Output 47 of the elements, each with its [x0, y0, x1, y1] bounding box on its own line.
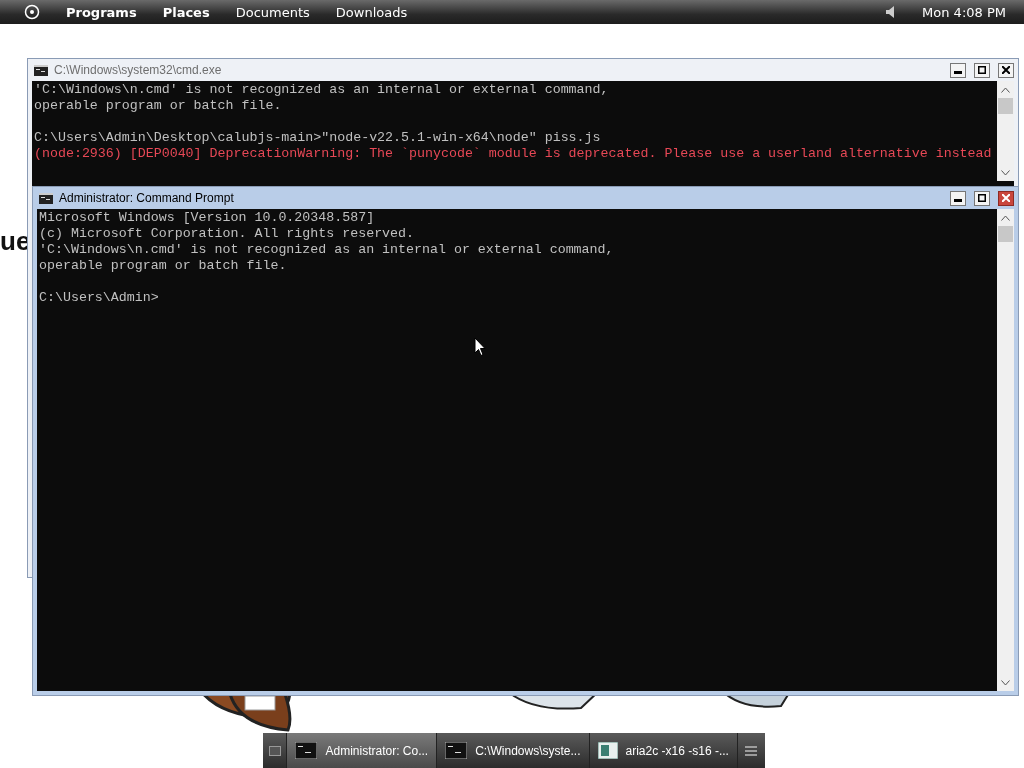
console-line: operable program or batch file.	[34, 98, 282, 114]
panel-menu[interactable]: Documents	[229, 2, 316, 22]
error-line: (node:2936) [DEP0040] DeprecationWarning: The `punycode` module is deprecated. Please use a userland alternative instead	[34, 146, 992, 162]
maximize-icon	[978, 66, 986, 74]
console-icon	[34, 64, 48, 76]
window-title: C:\Windows\system32\cmd.exe	[54, 63, 223, 77]
console-line: (c) Microsoft Corporation. All rights reserved.	[39, 226, 415, 242]
panel-menu[interactable]: Downloads	[329, 2, 414, 22]
console-icon	[39, 192, 53, 204]
taskbar-button[interactable]: aria2c -x16 -s16 -...	[589, 733, 738, 768]
console-line: C:\Users\Admin>	[39, 290, 159, 306]
scroll-thumb[interactable]	[998, 226, 1013, 242]
taskbar-button[interactable]: C:\Windows\syste...	[437, 733, 590, 768]
console-line: Microsoft Windows [Version 10.0.20348.587]	[39, 210, 375, 226]
scroll-thumb[interactable]	[998, 98, 1013, 114]
close-icon	[1002, 194, 1010, 202]
minimize-button[interactable]	[950, 62, 966, 78]
console-icon	[445, 742, 468, 759]
maximize-icon	[978, 194, 986, 202]
minimize-button[interactable]	[950, 190, 966, 206]
scrollbar[interactable]	[997, 81, 1014, 181]
clock[interactable]: Mon 4:08 PM	[922, 4, 1006, 20]
taskbar-button[interactable]: Administrator: Co...	[287, 733, 438, 768]
scroll-up-icon[interactable]	[1001, 214, 1010, 221]
menu-circle-icon[interactable]	[24, 4, 40, 20]
menu-icon[interactable]	[745, 745, 758, 756]
mouse-cursor-icon	[474, 337, 486, 357]
panel-menu[interactable]: Places	[156, 2, 216, 22]
console-line: 'C:\Windows\n.cmd' is not recognized as an internal or external command,	[39, 242, 614, 258]
window-title: Administrator: Command Prompt	[59, 191, 235, 205]
close-button[interactable]	[998, 190, 1014, 206]
scroll-down-icon[interactable]	[1001, 679, 1010, 686]
close-button[interactable]	[998, 62, 1014, 78]
scroll-down-icon[interactable]	[1001, 169, 1010, 176]
panel-menu[interactable]: Programs	[60, 2, 143, 22]
window-app-icon	[597, 742, 618, 759]
scroll-up-icon[interactable]	[1001, 86, 1010, 93]
console-icon	[295, 742, 318, 759]
console-line: C:\Users\Admin\Desktop\calubjs-main>"node-v22.5.1-win-x64\node" piss.js	[34, 130, 601, 146]
maximize-button[interactable]	[974, 190, 990, 206]
console-line: 'C:\Windows\n.cmd' is not recognized as an internal or external command,	[34, 82, 609, 98]
console-line: operable program or batch file.	[39, 258, 287, 274]
scrollbar[interactable]	[997, 209, 1014, 691]
speaker-icon[interactable]	[886, 6, 895, 18]
close-icon	[1002, 66, 1010, 74]
show-desktop-icon[interactable]	[268, 745, 281, 756]
maximize-button[interactable]	[974, 62, 990, 78]
